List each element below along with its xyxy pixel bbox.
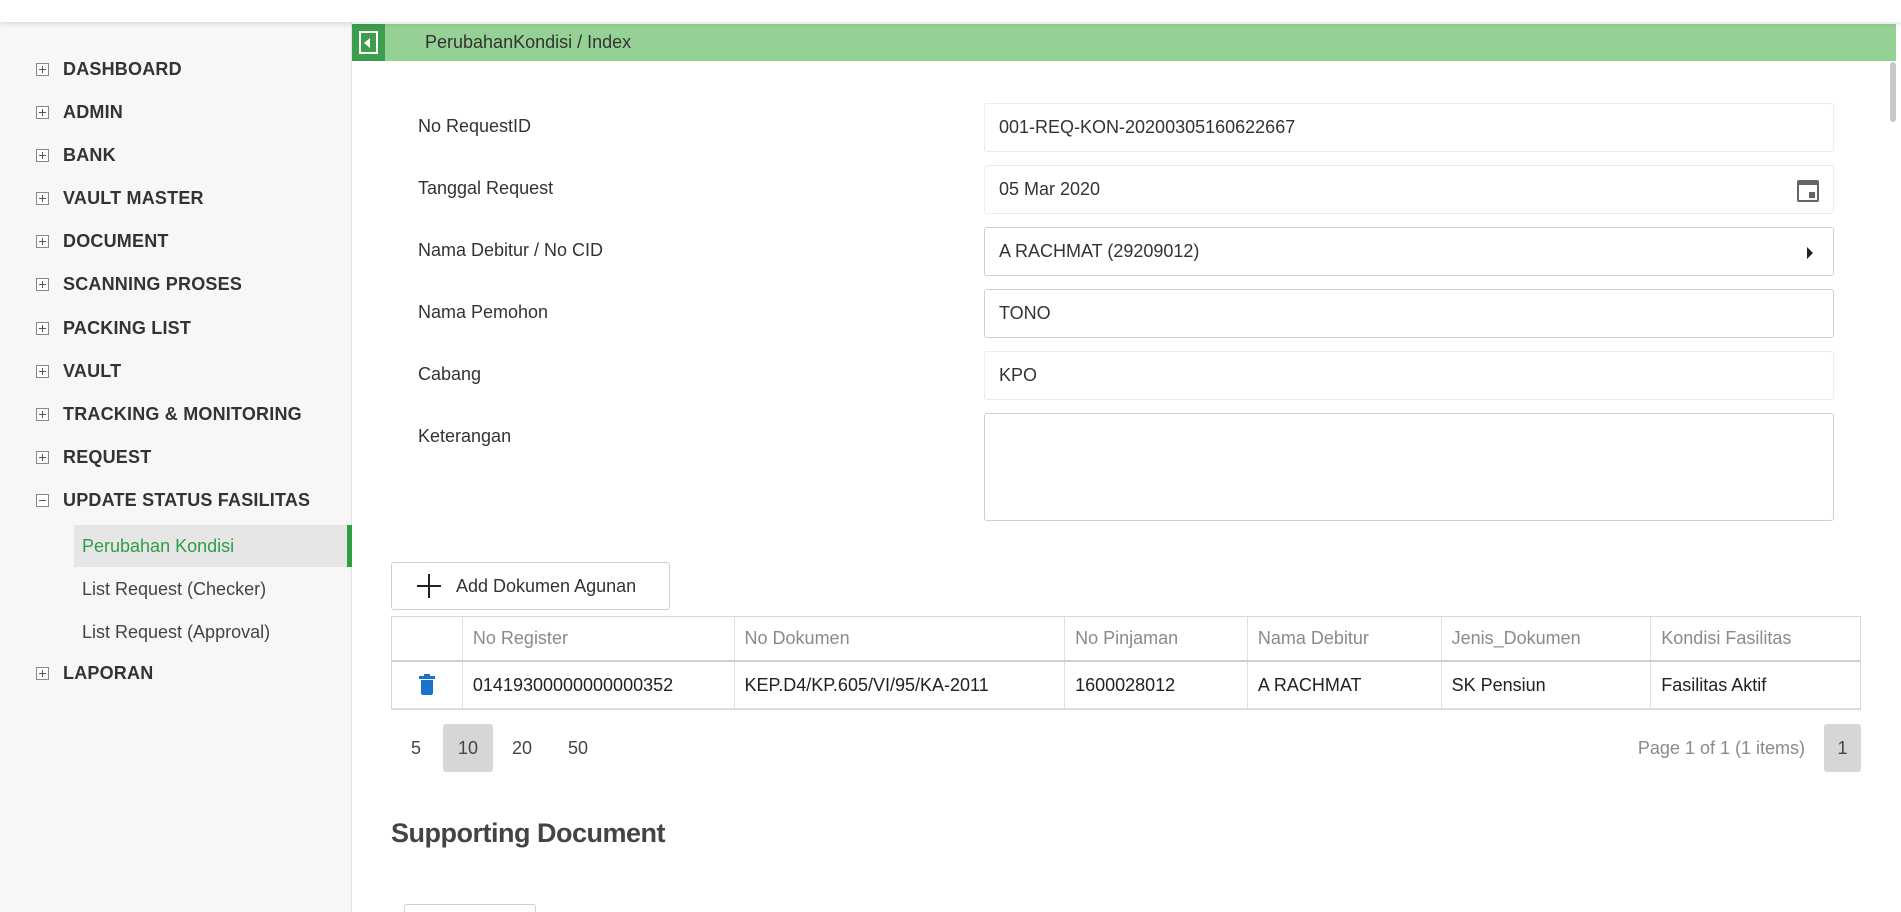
calendar-icon[interactable]	[1797, 180, 1819, 202]
sidebar-subitem-perubahan-kondisi[interactable]: Perubahan Kondisi	[74, 525, 352, 567]
sidebar-item-bank[interactable]: BANK	[36, 140, 116, 170]
sidebar-nav: DASHBOARD ADMIN BANK VAULT MASTER DOCUME…	[0, 22, 352, 912]
sidebar-item-vault-master[interactable]: VAULT MASTER	[36, 183, 204, 213]
sidebar-item-tracking-monitoring[interactable]: TRACKING & MONITORING	[36, 399, 302, 429]
supporting-document-button[interactable]	[404, 904, 536, 912]
keterangan-textarea[interactable]	[984, 413, 1834, 521]
nama-debitur-value: A RACHMAT (29209012)	[999, 241, 1200, 261]
collapse-icon	[36, 493, 49, 507]
page-size-10[interactable]: 10	[443, 724, 493, 772]
add-dokumen-agunan-button[interactable]: Add Dokumen Agunan	[391, 562, 670, 610]
expand-icon	[36, 407, 49, 421]
chevron-right-icon[interactable]	[1807, 247, 1813, 259]
sidebar-item-dashboard[interactable]: DASHBOARD	[36, 54, 182, 84]
tanggal-request-field[interactable]: 05 Mar 2020	[984, 165, 1834, 214]
cabang-value: KPO	[999, 365, 1038, 385]
expand-icon	[36, 234, 49, 248]
keterangan-label: Keterangan	[418, 426, 512, 446]
cell-no-dokumen: KEP.D4/KP.605/VI/95/KA-2011	[733, 662, 1065, 708]
grid-header-row: No Register No Dokumen No Pinjaman Nama …	[392, 617, 1860, 662]
sidebar-item-admin[interactable]: ADMIN	[36, 97, 123, 127]
page-number-button[interactable]: 1	[1824, 724, 1861, 772]
sidebar-item-label: SCANNING PROSES	[63, 273, 243, 294]
expand-icon	[36, 148, 49, 162]
nama-debitur-label: Nama Debitur / No CID	[418, 240, 604, 260]
collapse-sidebar-icon	[359, 31, 378, 54]
expand-icon	[36, 364, 49, 378]
sidebar-item-document[interactable]: DOCUMENT	[36, 226, 169, 256]
expand-icon	[36, 191, 49, 205]
cell-no-register: 01419300000000000352	[461, 662, 734, 708]
sidebar-item-label: DASHBOARD	[63, 58, 182, 79]
sidebar-item-vault[interactable]: VAULT	[36, 356, 121, 386]
no-request-field[interactable]: 001-REQ-KON-20200305160622667	[984, 103, 1834, 152]
sidebar-item-label: ADMIN	[63, 101, 123, 122]
sidebar-item-label: UPDATE STATUS FASILITAS	[63, 489, 311, 510]
column-header-jenis-dokumen[interactable]: Jenis_Dokumen	[1440, 617, 1651, 660]
sidebar-item-request[interactable]: REQUEST	[36, 442, 151, 472]
sidebar-toggle-button[interactable]	[352, 24, 385, 61]
dokumen-agunan-grid: No Register No Dokumen No Pinjaman Nama …	[391, 616, 1861, 710]
column-header-no-pinjaman[interactable]: No Pinjaman	[1064, 617, 1247, 660]
add-dokumen-agunan-label: Add Dokumen Agunan	[456, 575, 637, 596]
sidebar-item-label: BANK	[63, 144, 116, 165]
sidebar-item-label: VAULT	[63, 360, 122, 381]
sidebar-item-label: DOCUMENT	[63, 230, 169, 251]
no-request-value: 001-REQ-KON-20200305160622667	[999, 117, 1296, 137]
sidebar-item-label: PACKING LIST	[63, 317, 192, 338]
sidebar-item-label: LAPORAN	[63, 662, 154, 683]
no-request-label: No RequestID	[418, 116, 532, 136]
breadcrumb: PerubahanKondisi / Index	[425, 32, 632, 52]
expand-icon	[36, 450, 49, 464]
sidebar-item-laporan[interactable]: LAPORAN	[36, 658, 153, 688]
expand-icon	[36, 105, 49, 119]
sidebar-item-label: TRACKING & MONITORING	[63, 403, 302, 424]
sidebar-item-label: VAULT MASTER	[63, 187, 204, 208]
column-header-nama-debitur[interactable]: Nama Debitur	[1246, 617, 1441, 660]
page-size-20[interactable]: 20	[497, 724, 547, 772]
page-info: Page 1 of 1 (1 items)	[1637, 737, 1805, 758]
nama-pemohon-input[interactable]: TONO	[984, 289, 1834, 338]
grid-pager: 5 10 20 50 Page 1 of 1 (1 items) 1	[391, 724, 1861, 772]
cell-nama-debitur: A RACHMAT	[1246, 662, 1441, 708]
top-bar	[0, 0, 1901, 22]
tanggal-request-label: Tanggal Request	[418, 178, 554, 198]
vertical-scrollbar[interactable]	[1890, 62, 1896, 122]
page-header: PerubahanKondisi / Index	[352, 24, 1896, 61]
column-header-kondisi-fasilitas[interactable]: Kondisi Fasilitas	[1650, 617, 1860, 660]
table-row: 01419300000000000352 KEP.D4/KP.605/VI/95…	[392, 662, 1860, 709]
cell-no-pinjaman: 1600028012	[1064, 662, 1247, 708]
sidebar-subitem-list-request-checker[interactable]: List Request (Checker)	[74, 568, 352, 610]
delete-icon[interactable]	[418, 674, 435, 695]
sidebar-item-update-status-fasilitas[interactable]: UPDATE STATUS FASILITAS	[36, 485, 310, 515]
column-header-no-dokumen[interactable]: No Dokumen	[733, 617, 1065, 660]
page-size-50[interactable]: 50	[553, 724, 603, 772]
plus-icon	[417, 574, 441, 598]
expand-icon	[36, 321, 49, 335]
expand-icon	[36, 277, 49, 291]
sidebar-item-scanning-proses[interactable]: SCANNING PROSES	[36, 269, 242, 299]
nama-debitur-select[interactable]: A RACHMAT (29209012)	[984, 227, 1834, 276]
nama-pemohon-value: TONO	[999, 303, 1051, 323]
column-header-no-register[interactable]: No Register	[461, 617, 734, 660]
row-actions-cell	[392, 662, 462, 708]
sidebar-subitem-list-request-approval[interactable]: List Request (Approval)	[74, 611, 352, 653]
expand-icon	[36, 666, 49, 680]
tanggal-request-value: 05 Mar 2020	[999, 179, 1101, 199]
sidebar-item-label: REQUEST	[63, 446, 152, 467]
expand-icon	[36, 62, 49, 76]
page-size-5[interactable]: 5	[391, 724, 441, 772]
nama-pemohon-label: Nama Pemohon	[418, 302, 549, 322]
cell-jenis-dokumen: SK Pensiun	[1440, 662, 1651, 708]
column-header-actions	[392, 617, 462, 660]
supporting-document-title: Supporting Document	[391, 818, 665, 848]
cabang-field[interactable]: KPO	[984, 351, 1834, 400]
cell-kondisi-fasilitas: Fasilitas Aktif	[1650, 662, 1860, 708]
cabang-label: Cabang	[418, 364, 482, 384]
sidebar-item-packing-list[interactable]: PACKING LIST	[36, 313, 191, 343]
